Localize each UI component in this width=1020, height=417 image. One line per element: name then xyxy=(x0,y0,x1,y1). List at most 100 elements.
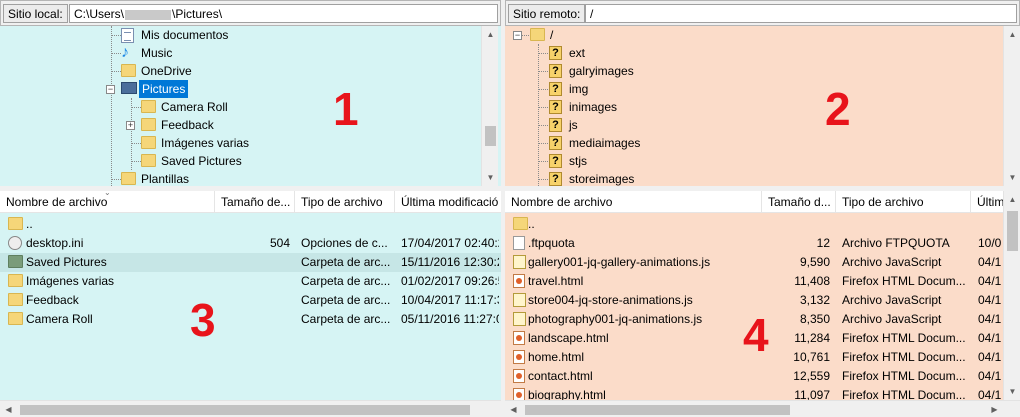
tree-line xyxy=(111,71,121,72)
js-file-icon xyxy=(513,255,526,269)
js-file-icon xyxy=(513,293,526,307)
document-icon xyxy=(121,28,134,43)
redacted-username xyxy=(125,9,172,20)
column-header-type[interactable]: Tipo de archivo xyxy=(836,191,971,213)
file-row-saved-pictures[interactable]: Saved Pictures Carpeta de arc... 15/11/2… xyxy=(0,253,501,272)
remote-list-header: Nombre de archivo Tamaño d... Tipo de ar… xyxy=(505,191,1003,213)
tree-line xyxy=(538,143,548,144)
scroll-down-arrow-icon[interactable]: ▼ xyxy=(1004,169,1020,186)
tree-line xyxy=(538,44,539,186)
column-header-type[interactable]: Tipo de archivo xyxy=(295,191,395,213)
scroll-left-arrow-icon[interactable]: ◀ xyxy=(0,401,17,417)
tree-line xyxy=(131,107,141,108)
settings-file-icon xyxy=(8,236,22,250)
scroll-up-arrow-icon[interactable]: ▲ xyxy=(1004,191,1020,208)
remote-tree-scrollbar[interactable]: ▲ ▼ xyxy=(1003,26,1020,186)
remote-file-row-ftpquota[interactable]: .ftpquota 12 Archivo FTPQUOTA 10/0 xyxy=(505,234,1003,253)
collapse-toggle-pictures[interactable]: − xyxy=(106,85,115,94)
tree-line xyxy=(131,143,141,144)
annotation-number: 3 xyxy=(190,294,216,346)
remote-tree-pane: Sitio remoto: / − / ? ext ? galryimages … xyxy=(505,0,1020,186)
tree-line xyxy=(111,53,121,54)
unknown-folder-icon: ? xyxy=(549,136,562,150)
folder-icon xyxy=(8,255,23,268)
tree-line xyxy=(538,161,548,162)
remote-site-bar: Sitio remoto: / xyxy=(505,0,1020,26)
scroll-down-arrow-icon[interactable]: ▼ xyxy=(1004,383,1020,400)
file-row-feedback[interactable]: Feedback Carpeta de arc... 10/04/2017 11… xyxy=(0,291,501,310)
collapse-toggle-root[interactable]: − xyxy=(513,31,522,40)
local-file-list: Nombre de archivo ⌄ Tamaño de... Tipo de… xyxy=(0,191,501,417)
unknown-folder-icon: ? xyxy=(549,118,562,132)
unknown-folder-icon: ? xyxy=(549,46,562,60)
folder-icon xyxy=(141,136,156,149)
local-path-input[interactable]: C:\Users\ \Pictures\ xyxy=(69,4,498,23)
unknown-folder-icon: ? xyxy=(549,154,562,168)
remote-file-row-store-js[interactable]: store004-jq-store-animations.js 3,132 Ar… xyxy=(505,291,1003,310)
folder-icon xyxy=(8,293,23,306)
pictures-folder-icon xyxy=(121,82,137,94)
remote-path-input[interactable]: / xyxy=(585,4,1017,23)
scroll-up-arrow-icon[interactable]: ▲ xyxy=(1004,26,1020,43)
remote-list-vscrollbar[interactable]: ▲ ▼ xyxy=(1003,191,1020,400)
file-row-camera-roll[interactable]: Camera Roll Carpeta de arc... 05/11/2016… xyxy=(0,310,501,329)
folder-icon xyxy=(141,154,156,167)
remote-file-row-gallery-js[interactable]: gallery001-jq-gallery-animations.js 9,59… xyxy=(505,253,1003,272)
file-icon xyxy=(513,236,525,250)
tree-line xyxy=(111,26,112,186)
tree-line xyxy=(111,179,121,180)
annotation-number: 4 xyxy=(743,309,769,361)
scroll-thumb[interactable] xyxy=(525,405,790,415)
sort-indicator-icon: ⌄ xyxy=(104,191,111,197)
local-site-bar: Sitio local: C:\Users\ \Pictures\ xyxy=(0,0,501,26)
unknown-folder-icon: ? xyxy=(549,172,562,186)
html-file-icon xyxy=(513,331,525,345)
expand-toggle-feedback[interactable]: + xyxy=(126,121,135,130)
scroll-thumb[interactable] xyxy=(1007,211,1018,251)
tree-line xyxy=(538,89,548,90)
remote-file-row-contact[interactable]: contact.html 12,559 Firefox HTML Docum..… xyxy=(505,367,1003,386)
folder-icon xyxy=(141,100,156,113)
unknown-folder-icon: ? xyxy=(549,100,562,114)
scroll-thumb[interactable] xyxy=(485,126,496,146)
column-header-size[interactable]: Tamaño d... xyxy=(762,191,836,213)
scroll-left-arrow-icon[interactable]: ◀ xyxy=(505,401,522,417)
column-header-modified[interactable]: Últim xyxy=(971,191,1003,213)
js-file-icon xyxy=(513,312,526,326)
folder-icon xyxy=(121,172,136,185)
remote-file-list: Nombre de archivo Tamaño d... Tipo de ar… xyxy=(505,191,1020,417)
music-note-icon: ♪ xyxy=(121,44,129,61)
file-row-desktop-ini[interactable]: desktop.ini 504 Opciones de c... 17/04/2… xyxy=(0,234,501,253)
file-row-imagenes-varias[interactable]: Imágenes varias Carpeta de arc... 01/02/… xyxy=(0,272,501,291)
tree-line xyxy=(538,53,548,54)
scroll-thumb[interactable] xyxy=(20,405,470,415)
local-tree-pane: Sitio local: C:\Users\ \Pictures\ Mis doc… xyxy=(0,0,501,186)
html-file-icon xyxy=(513,369,525,383)
scroll-down-arrow-icon[interactable]: ▼ xyxy=(482,169,499,186)
unknown-folder-icon: ? xyxy=(549,64,562,78)
column-header-size[interactable]: Tamaño de... xyxy=(215,191,295,213)
local-list-header: Nombre de archivo ⌄ Tamaño de... Tipo de… xyxy=(0,191,501,213)
column-header-name[interactable]: Nombre de archivo xyxy=(505,191,762,213)
scroll-right-arrow-icon[interactable]: ▶ xyxy=(986,401,1003,417)
tree-line xyxy=(538,125,548,126)
tree-line xyxy=(131,98,132,170)
html-file-icon xyxy=(513,350,525,364)
file-row-parent[interactable]: .. xyxy=(0,215,501,234)
annotation-number: 2 xyxy=(825,83,851,135)
local-tree-scrollbar[interactable]: ▲ ▼ xyxy=(481,26,498,186)
remote-file-row-parent[interactable]: .. xyxy=(505,215,1003,234)
column-header-modified[interactable]: Última modificació xyxy=(395,191,501,213)
tree-line xyxy=(111,35,121,36)
folder-icon xyxy=(121,64,136,77)
remote-list-hscrollbar[interactable]: ◀ ▶ xyxy=(505,400,1020,417)
local-site-label: Sitio local: xyxy=(3,4,68,23)
folder-icon xyxy=(8,217,23,230)
remote-file-row-travel[interactable]: travel.html 11,408 Firefox HTML Docum...… xyxy=(505,272,1003,291)
scroll-up-arrow-icon[interactable]: ▲ xyxy=(482,26,499,43)
folder-icon xyxy=(141,118,156,131)
folder-icon xyxy=(8,274,23,287)
local-list-hscrollbar[interactable]: ◀ xyxy=(0,400,501,417)
tree-line xyxy=(538,179,548,180)
folder-icon xyxy=(513,217,528,230)
